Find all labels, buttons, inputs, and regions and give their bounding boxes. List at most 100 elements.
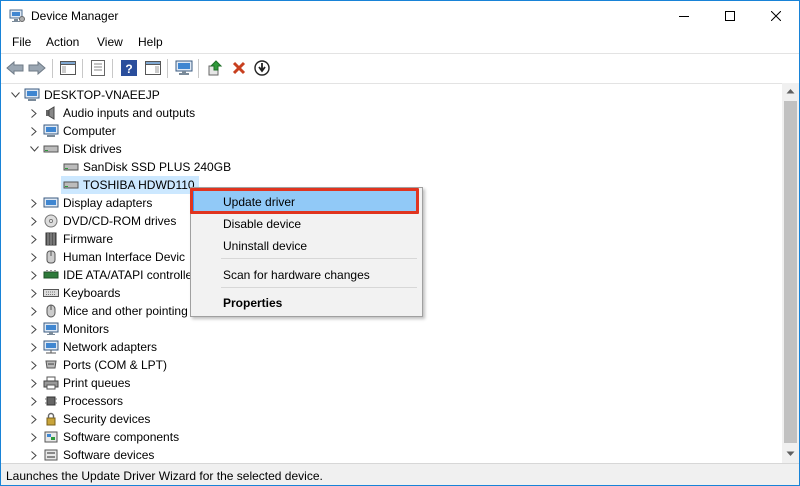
- tree-item-label: Network adapters: [63, 340, 158, 354]
- scroll-down-icon[interactable]: [786, 451, 795, 457]
- maximize-icon: [725, 11, 735, 21]
- menu-action[interactable]: Action: [46, 35, 79, 49]
- chevron-right-icon[interactable]: [28, 323, 40, 335]
- chevron-right-icon[interactable]: [28, 107, 40, 119]
- context-menu-separator: [221, 258, 417, 259]
- minimize-button[interactable]: [661, 1, 707, 31]
- tree-item-software-components[interactable]: Software components: [28, 428, 179, 446]
- display-adapter-icon: [43, 196, 59, 210]
- tree-item-computer[interactable]: Computer: [28, 122, 116, 140]
- chevron-right-icon[interactable]: [28, 215, 40, 227]
- menu-help[interactable]: Help: [138, 35, 163, 49]
- chevron-right-icon[interactable]: [28, 431, 40, 443]
- minimize-icon: [679, 16, 689, 17]
- chevron-right-icon[interactable]: [28, 269, 40, 281]
- chevron-right-icon[interactable]: [28, 413, 40, 425]
- properties-button[interactable]: [88, 59, 108, 77]
- tree-item-print-queues[interactable]: Print queues: [28, 374, 130, 392]
- toolbar-separator: [82, 59, 83, 78]
- show-hide-tree-button[interactable]: [58, 59, 78, 77]
- tree-item-audio[interactable]: Audio inputs and outputs: [28, 104, 195, 122]
- tree-item-toshiba-selected[interactable]: TOSHIBA HDWD110: [61, 176, 199, 194]
- chevron-right-icon[interactable]: [28, 125, 40, 137]
- properties-icon: [91, 60, 105, 76]
- action-pane-button[interactable]: [143, 59, 163, 77]
- menu-file[interactable]: File: [12, 35, 31, 49]
- chevron-right-icon[interactable]: [28, 287, 40, 299]
- tree-item-monitors[interactable]: Monitors: [28, 320, 109, 338]
- scan-hardware-button[interactable]: [174, 59, 194, 77]
- tree-item-mice[interactable]: Mice and other pointing: [28, 302, 188, 320]
- tree-item-processors[interactable]: Processors: [28, 392, 123, 410]
- help-button[interactable]: ?: [119, 59, 139, 77]
- chevron-right-icon[interactable]: [28, 251, 40, 263]
- menu-view[interactable]: View: [97, 35, 123, 49]
- maximize-button[interactable]: [707, 1, 753, 31]
- disk-drive-icon: [63, 160, 79, 174]
- close-button[interactable]: [753, 1, 799, 31]
- tree-item-ide[interactable]: IDE ATA/ATAPI controlle: [28, 266, 192, 284]
- action-pane-icon: [145, 61, 161, 75]
- forward-button[interactable]: [27, 59, 47, 77]
- chevron-right-icon[interactable]: [28, 233, 40, 245]
- scan-icon: [254, 60, 270, 76]
- tree-item-label: Monitors: [63, 322, 110, 336]
- port-icon: [43, 358, 59, 372]
- chevron-down-icon[interactable]: [9, 89, 21, 101]
- device-manager-icon: [9, 9, 25, 23]
- tree-item-label: Keyboards: [63, 286, 121, 300]
- properties-menu-item[interactable]: Properties: [223, 296, 282, 310]
- tree-item-label: Human Interface Devic: [63, 250, 186, 264]
- context-menu-separator: [221, 287, 417, 288]
- tree-item-sandisk[interactable]: SanDisk SSD PLUS 240GB: [63, 158, 231, 176]
- tree-item-ports[interactable]: Ports (COM & LPT): [28, 356, 167, 374]
- tree-item-software-devices[interactable]: Software devices: [28, 446, 154, 463]
- chevron-right-icon[interactable]: [28, 395, 40, 407]
- tree-item-keyboards[interactable]: Keyboards: [28, 284, 120, 302]
- tree-item-label: Print queues: [63, 376, 131, 390]
- disk-drive-icon: [63, 178, 79, 192]
- tree-item-hid[interactable]: Human Interface Devic: [28, 248, 185, 266]
- chevron-right-icon[interactable]: [28, 377, 40, 389]
- chevron-right-icon[interactable]: [28, 359, 40, 371]
- status-text: Launches the Update Driver Wizard for th…: [6, 469, 323, 483]
- scroll-up-icon[interactable]: [786, 88, 795, 94]
- title-bar[interactable]: Device Manager: [1, 1, 799, 31]
- ide-controller-icon: [43, 268, 59, 282]
- update-driver-toolbar-button[interactable]: [205, 59, 225, 77]
- tree-item-network[interactable]: Network adapters: [28, 338, 157, 356]
- scrollbar-thumb[interactable]: [784, 101, 797, 443]
- processor-icon: [43, 394, 59, 408]
- uninstall-device-menu-item[interactable]: Uninstall device: [223, 239, 307, 253]
- chevron-right-icon[interactable]: [28, 305, 40, 317]
- tree-root-label: DESKTOP-VNAEEJP: [44, 88, 160, 102]
- enable-device-toolbar-button[interactable]: [252, 59, 272, 77]
- software-device-icon: [43, 448, 59, 462]
- chevron-right-icon[interactable]: [28, 449, 40, 461]
- tree-item-label: Mice and other pointing: [63, 304, 188, 318]
- chevron-right-icon[interactable]: [28, 341, 40, 353]
- vertical-scrollbar[interactable]: [782, 83, 799, 463]
- tree-item-label: Audio inputs and outputs: [63, 106, 196, 120]
- back-button[interactable]: [5, 59, 25, 77]
- tree-item-security[interactable]: Security devices: [28, 410, 150, 428]
- toolbar-separator: [167, 59, 168, 78]
- tree-root[interactable]: DESKTOP-VNAEEJP: [9, 86, 160, 104]
- firmware-icon: [43, 232, 59, 246]
- scan-hardware-menu-item[interactable]: Scan for hardware changes: [223, 268, 370, 282]
- tree-item-dvd[interactable]: DVD/CD-ROM drives: [28, 212, 176, 230]
- computer-icon: [43, 124, 59, 138]
- tree-item-firmware[interactable]: Firmware: [28, 230, 113, 248]
- keyboard-icon: [43, 286, 59, 300]
- uninstall-icon: [232, 61, 246, 75]
- tree-item-display-adapters[interactable]: Display adapters: [28, 194, 152, 212]
- chevron-right-icon[interactable]: [28, 197, 40, 209]
- chevron-down-icon[interactable]: [28, 143, 40, 155]
- tree-item-disk-drives[interactable]: Disk drives: [28, 140, 122, 158]
- tree-item-label: Software devices: [63, 448, 155, 462]
- hid-icon: [43, 250, 59, 264]
- tree-item-label: IDE ATA/ATAPI controlle: [63, 268, 193, 282]
- disable-device-menu-item[interactable]: Disable device: [223, 217, 301, 231]
- uninstall-device-toolbar-button[interactable]: [229, 59, 249, 77]
- tree-item-label: Disk drives: [63, 142, 122, 156]
